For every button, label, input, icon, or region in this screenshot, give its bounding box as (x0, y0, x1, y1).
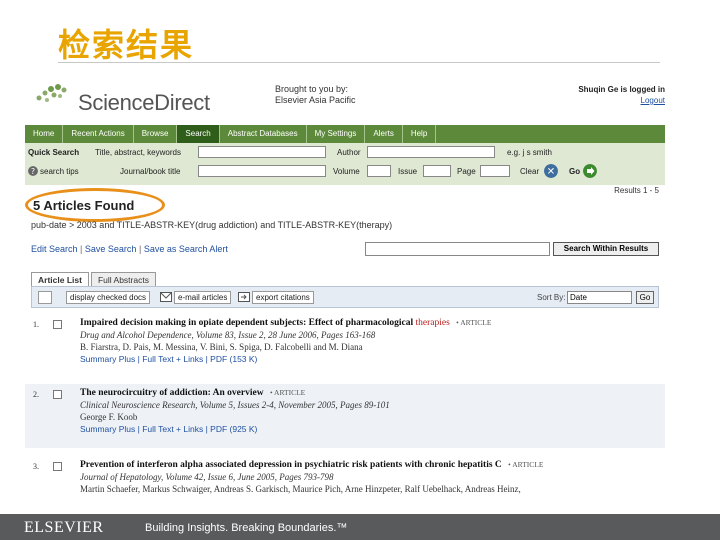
logged-in-text: Shuqin Ge is logged in (578, 85, 665, 94)
result-tabs: Article List Full Abstracts (31, 272, 158, 287)
tab-full-abstracts[interactable]: Full Abstracts (90, 272, 156, 287)
brought-to-you: Brought to you by: Elsevier Asia Pacific (275, 84, 356, 106)
tab-article-list[interactable]: Article List (31, 272, 89, 287)
result-journal: Journal of Hepatology, Volume 42, Issue … (80, 472, 334, 482)
journal-title-input[interactable] (198, 165, 326, 177)
results-count: Results 1 - 5 (614, 186, 659, 195)
footer-bar: ELSEVIER Building Insights. Breaking Bou… (0, 514, 720, 540)
save-alert-link[interactable]: Save as Search Alert (144, 244, 228, 254)
footer-tagline: Building Insights. Breaking Boundaries.™ (145, 522, 348, 534)
result-links[interactable]: Summary Plus | Full Text + Links | PDF (… (80, 424, 257, 434)
export-icon (238, 292, 250, 302)
login-status: Shuqin Ge is logged in Logout (578, 84, 665, 106)
slide-title: 检索结果 (58, 26, 195, 64)
author-label: Author (337, 148, 361, 157)
separator: | (138, 244, 142, 254)
clear-label: Clear (520, 167, 540, 176)
result-authors: Martin Schaefer, Markus Schwaiger, Andre… (80, 484, 521, 494)
nav-home[interactable]: Home (25, 125, 64, 143)
sort-select[interactable]: Date (567, 291, 632, 304)
nav-my-settings[interactable]: My Settings (307, 125, 366, 143)
result-authors: B. Fiarstra, D. Pais, M. Messina, V. Bin… (80, 342, 363, 352)
result-journal: Clinical Neuroscience Research, Volume 5… (80, 400, 390, 410)
result-row: 1. Impaired decision making in opiate de… (25, 314, 665, 382)
nav-recent-actions[interactable]: Recent Actions (63, 125, 134, 143)
results-toolbar: display checked docs e-mail articles exp… (31, 286, 659, 308)
save-search-link[interactable]: Save Search (85, 244, 137, 254)
sort-go-button[interactable]: Go (636, 291, 654, 304)
logout-link[interactable]: Logout (578, 95, 665, 106)
quick-search-panel: Quick Search Title, abstract, keywords A… (25, 143, 665, 185)
svg-text:✕: ✕ (547, 167, 555, 178)
leaf-dots-icon (36, 84, 67, 102)
result-row: 3. Prevention of interferon alpha associ… (25, 456, 665, 512)
nav-alerts[interactable]: Alerts (365, 125, 403, 143)
result-number: 2. (33, 390, 39, 399)
nav-search[interactable]: Search (177, 125, 220, 143)
main-nav: Home Recent Actions Browse Search Abstra… (25, 125, 665, 143)
title-divider (58, 62, 660, 63)
article-badge: • ARTICLE (456, 318, 492, 327)
nav-browse[interactable]: Browse (134, 125, 178, 143)
brought-line-2: Elsevier Asia Pacific (275, 95, 356, 105)
volume-input[interactable] (367, 165, 391, 177)
article-badge: • ARTICLE (269, 388, 306, 397)
email-icon (160, 292, 172, 302)
elsevier-logo: ELSEVIER (24, 519, 104, 536)
result-journal: Drug and Alcohol Dependence, Volume 83, … (80, 330, 376, 340)
article-badge: • ARTICLE (508, 460, 544, 469)
result-checkbox[interactable] (53, 390, 62, 399)
svg-text:?: ? (31, 167, 35, 176)
result-authors: George F. Koob (80, 412, 138, 422)
page-input[interactable] (480, 165, 510, 177)
issue-label: Issue (398, 167, 418, 176)
result-checkbox[interactable] (53, 320, 62, 329)
volume-label: Volume (333, 167, 360, 176)
sort-by-label: Sort By: (537, 293, 566, 302)
issue-input[interactable] (423, 165, 451, 177)
result-row: 2. The neurocircuitry of addiction: An o… (25, 384, 665, 448)
sciencedirect-logo[interactable]: ScienceDirect (33, 80, 233, 115)
result-title[interactable]: Impaired decision making in opiate depen… (80, 318, 491, 328)
display-checked-button[interactable]: display checked docs (66, 291, 151, 304)
result-links[interactable]: Summary Plus | Full Text + Links | PDF (… (80, 354, 257, 364)
email-articles-button[interactable]: e-mail articles (174, 291, 232, 304)
nav-abstract-databases[interactable]: Abstract Databases (220, 125, 307, 143)
search-actions: Edit Search | Save Search | Save as Sear… (31, 244, 228, 254)
search-tips-link[interactable]: search tips (40, 167, 79, 176)
result-number: 3. (33, 462, 39, 471)
clear-button-icon[interactable]: ✕ (544, 164, 558, 178)
result-title-text[interactable]: Prevention of interferon alpha associate… (80, 460, 502, 470)
sciencedirect-screenshot: ScienceDirect Brought to you by: Elsevie… (25, 72, 665, 512)
result-title-text[interactable]: The neurocircuitry of addiction: An over… (80, 388, 264, 398)
edit-search-link[interactable]: Edit Search (31, 244, 78, 254)
author-input[interactable] (367, 146, 495, 158)
result-number: 1. (33, 320, 39, 329)
separator: | (80, 244, 83, 254)
result-title[interactable]: Prevention of interferon alpha associate… (80, 460, 543, 470)
result-title-highlight[interactable]: therapies (416, 318, 450, 328)
page-label: Page (457, 167, 476, 176)
search-within-input[interactable] (365, 242, 550, 256)
select-all-checkbox[interactable] (38, 291, 52, 304)
author-example: e.g. j s smith (507, 148, 552, 157)
title-abstract-input[interactable] (198, 146, 326, 158)
search-query: pub-date > 2003 and TITLE-ABSTR-KEY(drug… (31, 220, 393, 230)
result-title[interactable]: The neurocircuitry of addiction: An over… (80, 388, 305, 398)
brought-line-1: Brought to you by: (275, 84, 349, 94)
search-within-button[interactable]: Search Within Results (553, 242, 659, 256)
go-label: Go (569, 167, 581, 176)
go-arrow-icon[interactable] (583, 164, 597, 178)
result-checkbox[interactable] (53, 462, 62, 471)
result-title-text[interactable]: Impaired decision making in opiate depen… (80, 318, 413, 328)
nav-help[interactable]: Help (403, 125, 437, 143)
journal-title-label: Journal/book title (120, 167, 181, 176)
logo-text: ScienceDirect (78, 90, 210, 115)
title-abstract-label: Title, abstract, keywords (95, 148, 181, 157)
export-citations-button[interactable]: export citations (252, 291, 314, 304)
quick-search-label: Quick Search (28, 148, 80, 157)
highlight-circle (25, 188, 165, 222)
help-icon[interactable]: ? (28, 166, 38, 176)
